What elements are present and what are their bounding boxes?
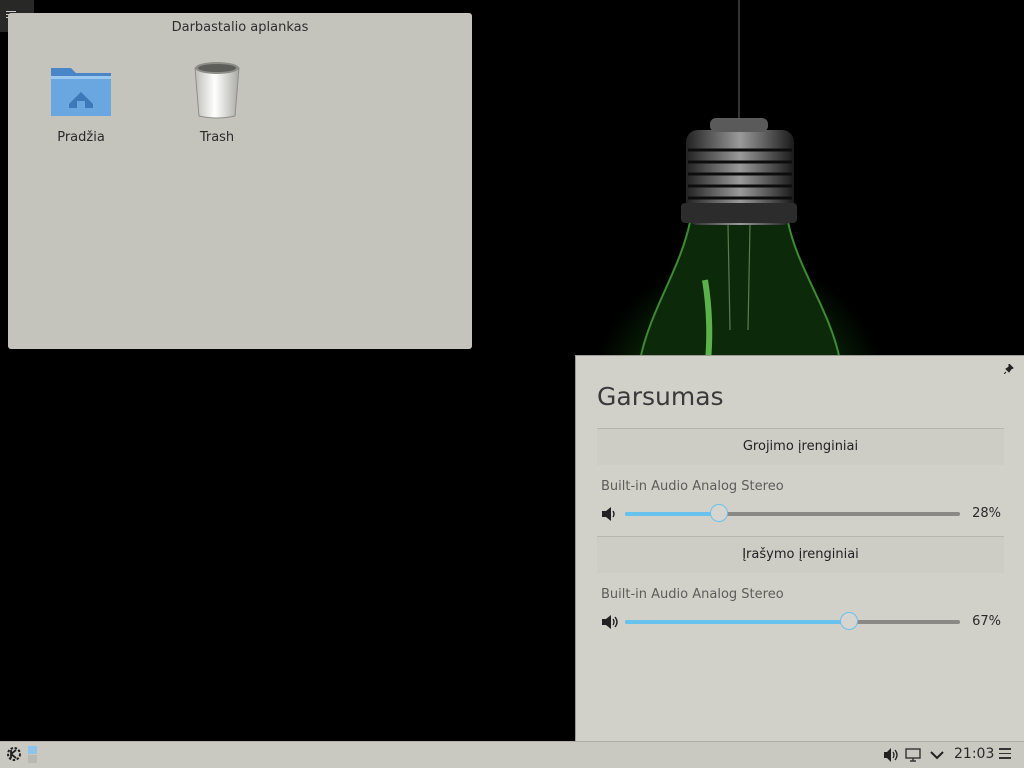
speaker-mute-toggle-icon[interactable] xyxy=(601,614,619,630)
playback-volume-slider[interactable] xyxy=(625,504,960,522)
desktop-icon-label: Pradžia xyxy=(57,130,105,145)
slider-fill xyxy=(625,620,850,624)
virtual-desktop-pager[interactable] xyxy=(27,745,38,764)
volume-icon[interactable] xyxy=(883,747,899,763)
volume-popup: Garsumas Grojimo įrenginiai Built-in Aud… xyxy=(575,355,1024,741)
desktop-icon-label: Trash xyxy=(199,130,235,145)
pager-desktop-1[interactable] xyxy=(28,746,37,754)
pin-icon[interactable] xyxy=(1004,364,1014,374)
folder-view-title: Darbastalio aplankas xyxy=(171,20,309,35)
speaker-mute-toggle-icon[interactable] xyxy=(601,506,619,522)
recording-volume-percent: 67% xyxy=(972,614,1001,629)
recording-device-name: Built-in Audio Analog Stereo xyxy=(601,587,784,602)
panel-options-menu-icon[interactable] xyxy=(999,748,1011,762)
bottom-panel: 21:03 xyxy=(0,741,1024,768)
playback-devices-header: Grojimo įrenginiai xyxy=(597,428,1004,465)
trash-icon xyxy=(194,62,240,119)
recording-volume-slider[interactable] xyxy=(625,612,960,630)
playback-volume-percent: 28% xyxy=(972,506,1001,521)
recording-volume-row: 67% xyxy=(601,612,1001,632)
display-icon[interactable] xyxy=(905,747,921,763)
folder-view-widget: Darbastalio aplankas Pradžia Trash xyxy=(8,13,472,349)
panel-clock[interactable]: 21:03 xyxy=(954,746,994,762)
slider-handle[interactable] xyxy=(840,612,859,630)
expand-arrow-icon[interactable] xyxy=(929,747,945,763)
desktop-icon-trash[interactable]: Trash xyxy=(167,60,267,145)
playback-device-name: Built-in Audio Analog Stereo xyxy=(601,479,784,494)
home-folder-icon xyxy=(51,68,111,116)
pager-desktop-2[interactable] xyxy=(28,755,37,763)
application-launcher-icon[interactable] xyxy=(6,746,22,762)
slider-handle[interactable] xyxy=(709,504,728,522)
slider-fill xyxy=(625,512,719,516)
wallpaper-light-bulb xyxy=(589,0,889,360)
playback-volume-row: 28% xyxy=(601,504,1001,524)
recording-devices-header: Įrašymo įrenginiai xyxy=(597,536,1004,573)
desktop-icon-home[interactable]: Pradžia xyxy=(31,60,131,145)
popup-title: Garsumas xyxy=(597,382,724,411)
